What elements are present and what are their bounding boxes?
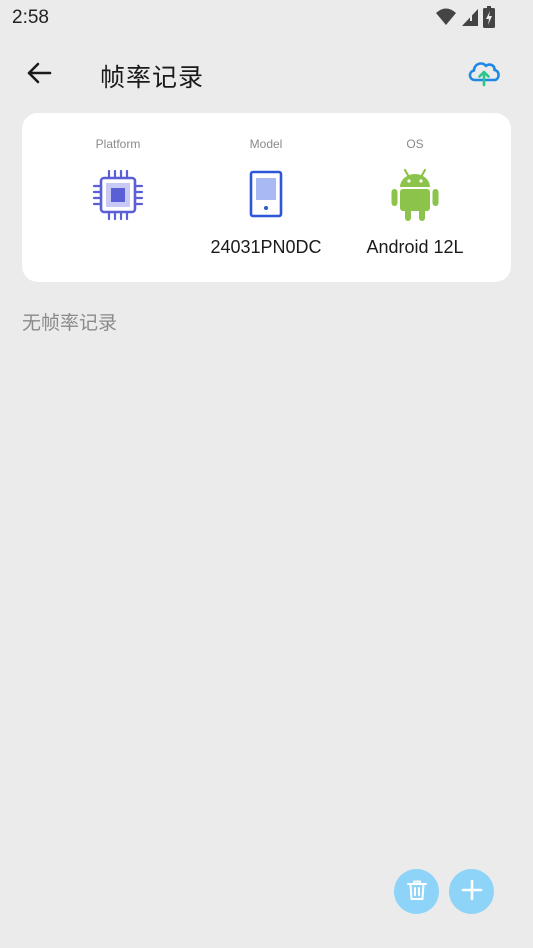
phone-icon [238, 167, 294, 223]
model-info: Model 24031PN0DC [191, 113, 341, 282]
arrow-left-icon [26, 61, 52, 89]
add-button[interactable] [449, 869, 494, 914]
platform-info: Platform [43, 113, 193, 282]
status-bar: 2:58 [0, 0, 533, 36]
model-label: Model [249, 137, 283, 151]
page-title: 帧率记录 [100, 63, 205, 92]
model-value: 24031PN0DC [210, 237, 322, 257]
cloud-upload-icon [466, 58, 502, 92]
wifi-icon [435, 7, 457, 31]
os-label: OS [406, 137, 424, 151]
chip-icon [90, 167, 146, 223]
app-bar: 帧率记录 [0, 44, 533, 106]
status-time: 2:58 [12, 7, 49, 28]
device-info-card: Platform Model 24031PN0DC OS Android 12L [22, 113, 511, 282]
os-info: OS Android 12L [340, 113, 490, 282]
empty-records-text: 无帧率记录 [22, 312, 118, 334]
delete-button[interactable] [394, 869, 439, 914]
platform-label: Platform [95, 137, 141, 151]
back-button[interactable] [20, 56, 58, 94]
plus-icon [460, 878, 484, 906]
android-icon [387, 167, 443, 223]
battery-icon [483, 6, 495, 32]
upload-button[interactable] [463, 56, 505, 94]
trash-icon [405, 878, 429, 906]
os-value: Android 12L [366, 237, 464, 257]
status-icons [435, 6, 495, 32]
signal-icon [461, 7, 479, 31]
